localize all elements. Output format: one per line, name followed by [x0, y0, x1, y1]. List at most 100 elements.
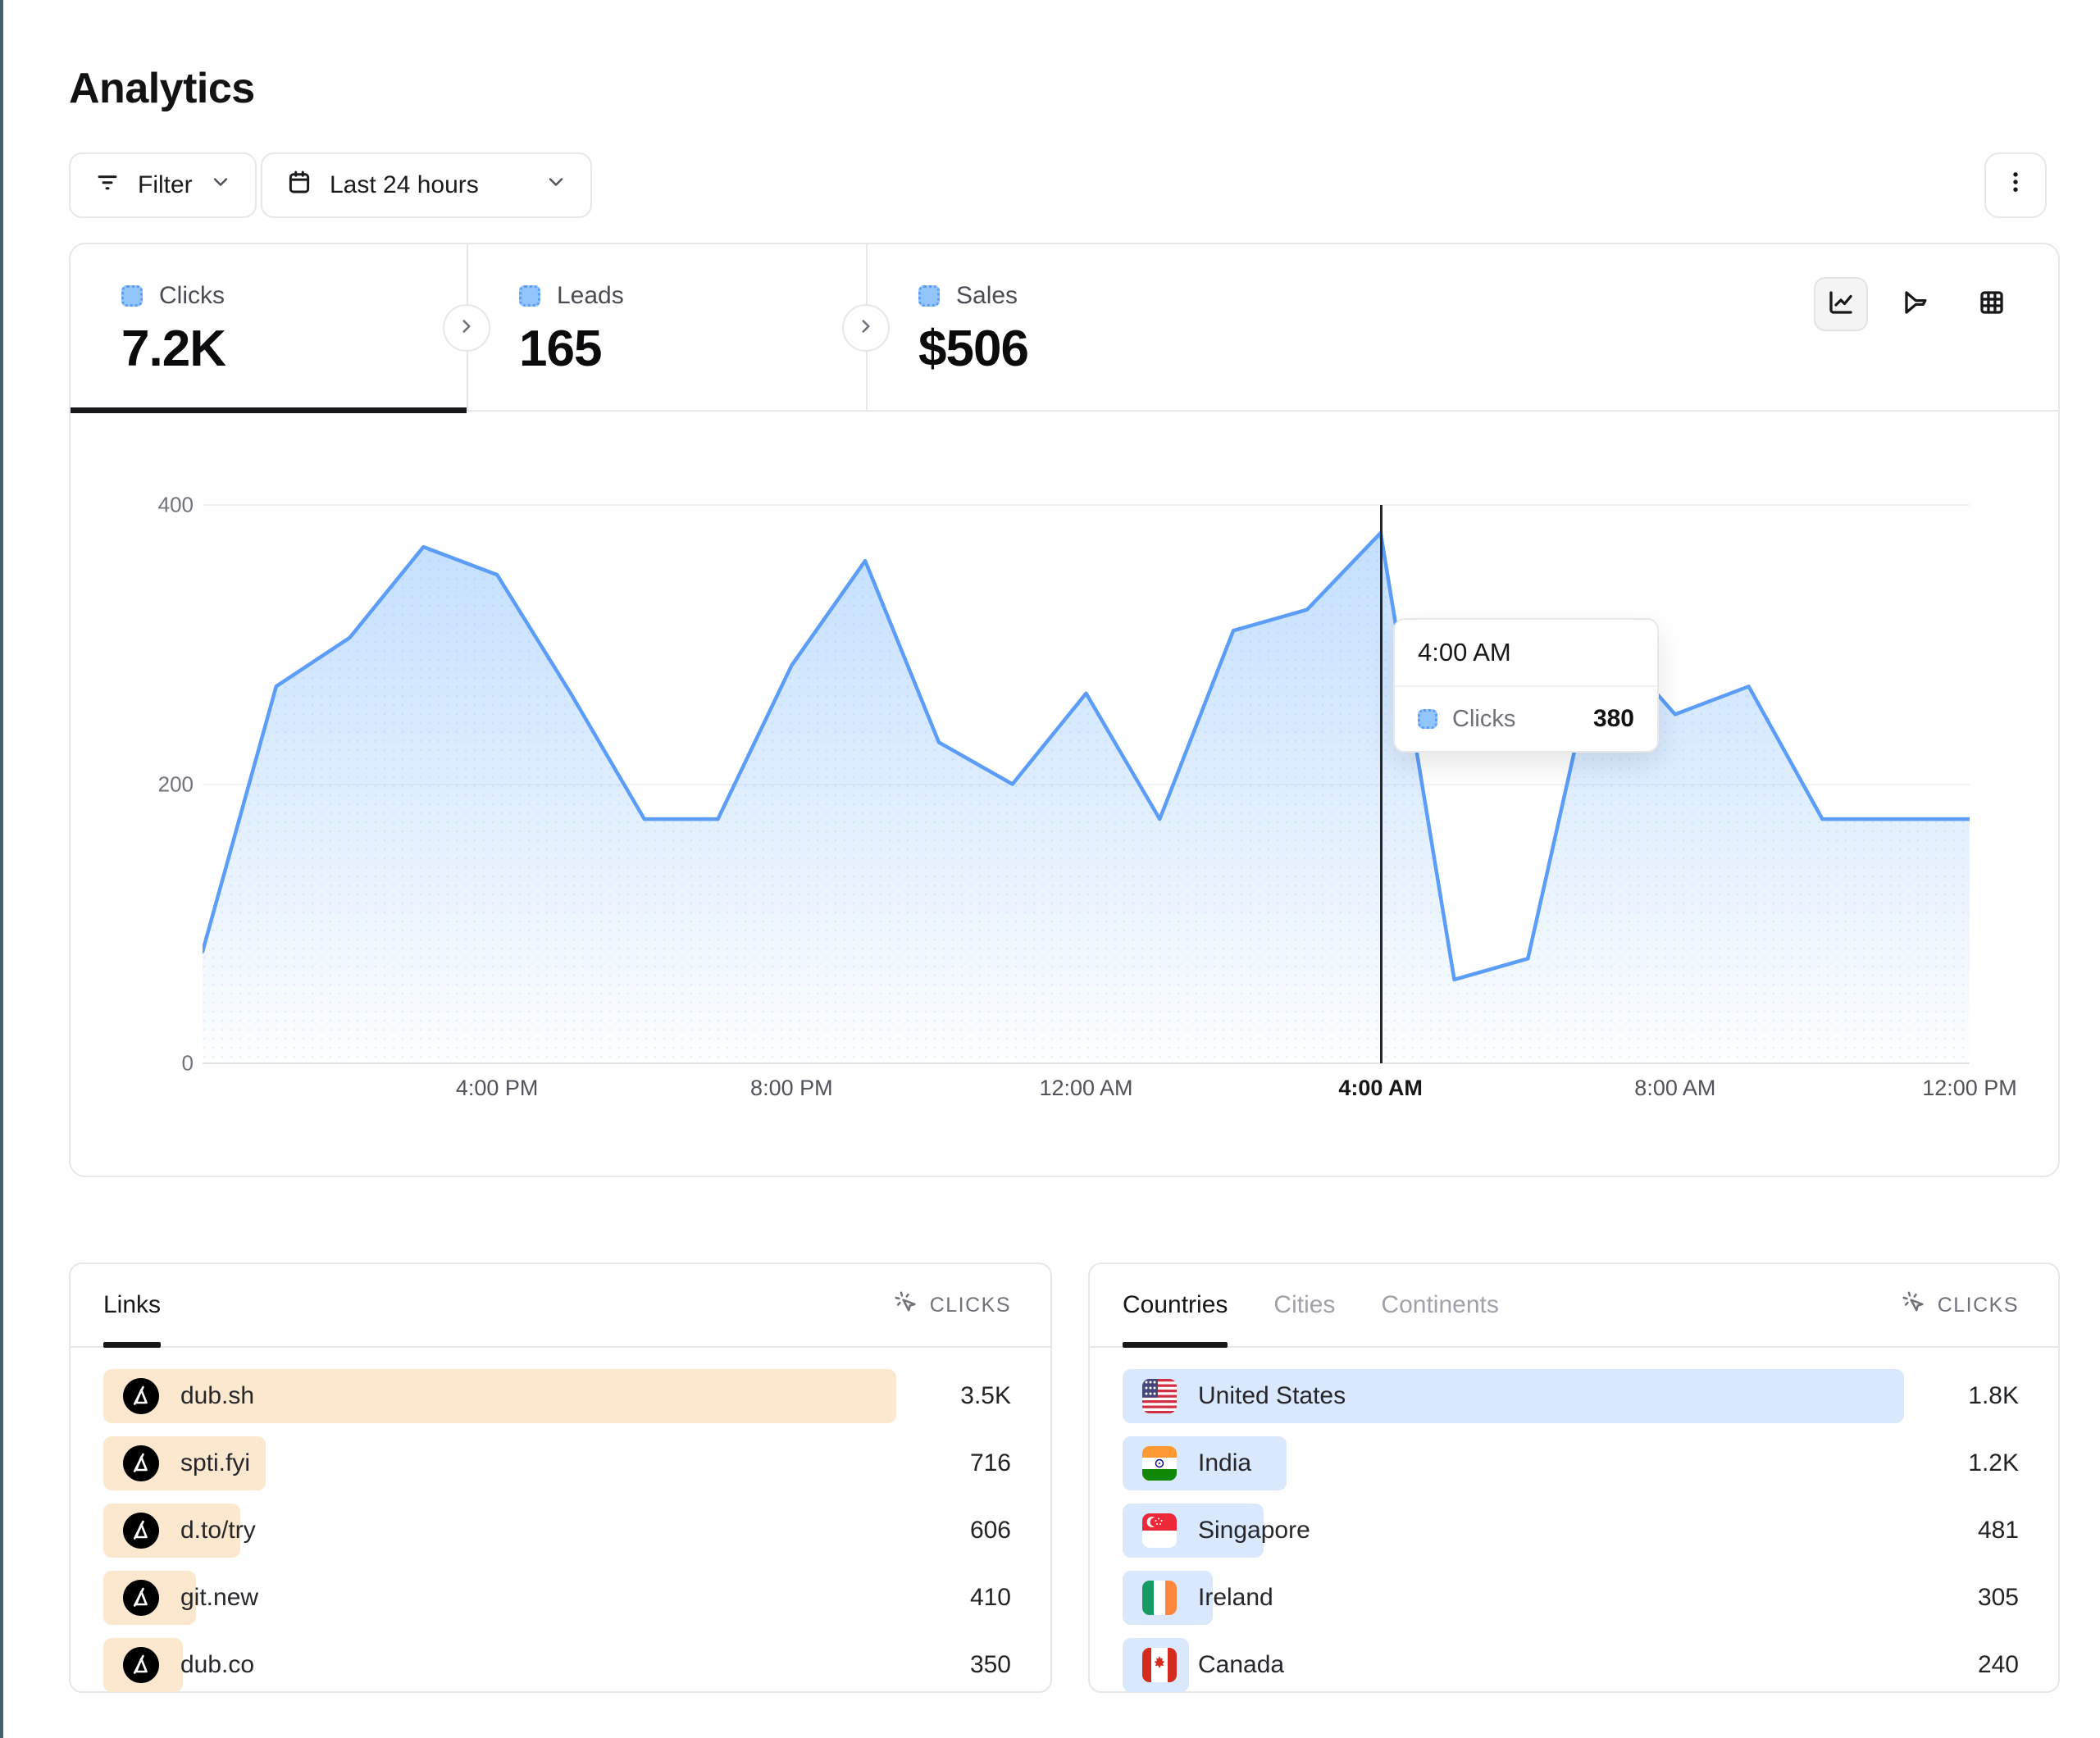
table-icon	[1977, 288, 2007, 321]
chart-tooltip: 4:00 AM Clicks 380	[1393, 618, 1659, 753]
row-value: 3.5K	[896, 1382, 1011, 1410]
analytics-page: Analytics Filter Last 24 hours	[0, 0, 2100, 1738]
tab-links[interactable]: Links	[103, 1264, 161, 1346]
expand-clicks-button[interactable]	[443, 304, 490, 352]
row-content: Singapore	[1123, 1504, 1310, 1558]
row-content: India	[1123, 1436, 1251, 1490]
tab-clicks[interactable]: Clicks 7.2K	[71, 244, 467, 412]
tab-leads[interactable]: Leads 165	[468, 244, 866, 412]
stat-head: Clicks	[121, 282, 467, 310]
row-content: United States	[1123, 1369, 1346, 1423]
table-view-button[interactable]	[1965, 277, 2019, 331]
link-row[interactable]: dub.co 350	[103, 1638, 1011, 1692]
date-range-button[interactable]: Last 24 hours	[261, 152, 592, 218]
tab-label: Links	[103, 1291, 161, 1319]
funnel-view-button[interactable]	[1889, 277, 1943, 331]
stat-value: $506	[918, 320, 1294, 378]
row-content: git.new	[103, 1571, 258, 1625]
funnel-icon	[1902, 288, 1931, 321]
row-label: Singapore	[1198, 1517, 1310, 1545]
metric-label: CLICKS	[930, 1294, 1011, 1317]
date-range-label: Last 24 hours	[330, 171, 479, 199]
row-label: dub.sh	[180, 1382, 254, 1410]
x-axis-label: 8:00 PM	[750, 1076, 833, 1101]
bar-area: Singapore	[1123, 1504, 1904, 1558]
row-value: 410	[896, 1584, 1011, 1612]
row-content: Canada	[1123, 1638, 1284, 1692]
cursor-click-icon	[894, 1290, 918, 1321]
x-axis-label: 4:00 PM	[456, 1076, 539, 1101]
dub-logo-icon	[123, 1513, 159, 1549]
row-value: 716	[896, 1449, 1011, 1477]
clicks-area-chart[interactable]	[203, 505, 1970, 1063]
tab-countries[interactable]: Countries	[1123, 1264, 1228, 1346]
geo-metric[interactable]: CLICKS	[1902, 1290, 2019, 1321]
expand-leads-button[interactable]	[842, 304, 890, 352]
links-metric[interactable]: CLICKS	[894, 1290, 1011, 1321]
x-axis-label: 12:00 PM	[1922, 1076, 2017, 1101]
x-axis-label: 4:00 AM	[1338, 1076, 1423, 1101]
flag-sg-icon	[1142, 1513, 1177, 1548]
row-value: 1.2K	[1904, 1449, 2019, 1477]
tab-cities[interactable]: Cities	[1273, 1264, 1335, 1346]
row-content: d.to/try	[103, 1504, 256, 1558]
country-row[interactable]: Ireland 305	[1123, 1571, 2019, 1625]
country-row[interactable]: Canada 240	[1123, 1638, 2019, 1692]
bar-area: United States	[1123, 1369, 1904, 1423]
chevron-down-icon	[209, 171, 232, 200]
tab-continents[interactable]: Continents	[1381, 1264, 1498, 1346]
flag-ca-icon	[1142, 1648, 1177, 1682]
tab-label: Countries	[1123, 1291, 1228, 1319]
x-axis-label: 12:00 AM	[1039, 1076, 1132, 1101]
page-title: Analytics	[69, 64, 255, 113]
row-label: d.to/try	[180, 1517, 256, 1545]
stat-label: Leads	[557, 282, 624, 310]
area-dot-texture	[203, 533, 1970, 1063]
chevron-right-icon	[855, 316, 877, 341]
bar-area: d.to/try	[103, 1504, 896, 1558]
row-label: git.new	[180, 1584, 258, 1612]
chart-view-toggles	[1814, 277, 2019, 331]
links-panel: Links CLICKS dub.sh	[69, 1263, 1052, 1693]
analytics-card: Clicks 7.2K Leads 165	[69, 243, 2060, 1177]
country-row[interactable]: United States 1.8K	[1123, 1369, 2019, 1423]
tooltip-series-label: Clicks	[1452, 706, 1515, 733]
links-panel-header: Links CLICKS	[71, 1264, 1050, 1348]
x-axis-label: 8:00 AM	[1634, 1076, 1715, 1101]
filter-button-label: Filter	[138, 171, 193, 199]
chevron-right-icon	[456, 316, 477, 341]
country-row[interactable]: India 1.2K	[1123, 1436, 2019, 1490]
link-row[interactable]: spti.fyi 716	[103, 1436, 1011, 1490]
sales-swatch-icon	[918, 285, 940, 307]
row-content: spti.fyi	[103, 1436, 250, 1490]
stat-head: Sales	[918, 282, 1294, 310]
row-label: India	[1198, 1449, 1251, 1477]
country-row[interactable]: Singapore 481	[1123, 1504, 2019, 1558]
stats-row: Clicks 7.2K Leads 165	[71, 244, 2058, 412]
leads-swatch-icon	[519, 285, 540, 307]
geo-panel: Countries Cities Continents CLICKS	[1088, 1263, 2060, 1693]
dub-logo-icon	[123, 1445, 159, 1481]
tooltip-value: 380	[1593, 705, 1634, 733]
bar-area: Ireland	[1123, 1571, 1904, 1625]
row-value: 350	[896, 1651, 1011, 1679]
geo-panel-header: Countries Cities Continents CLICKS	[1090, 1264, 2058, 1348]
row-content: Ireland	[1123, 1571, 1273, 1625]
link-row[interactable]: git.new 410	[103, 1571, 1011, 1625]
filter-button[interactable]: Filter	[69, 152, 257, 218]
y-axis-label: 0	[95, 1051, 194, 1076]
row-value: 1.8K	[1904, 1382, 2019, 1410]
tooltip-time: 4:00 AM	[1395, 620, 1657, 687]
tab-sales[interactable]: Sales $506	[868, 244, 1294, 412]
clicks-swatch-icon	[1418, 709, 1437, 729]
window-edge	[0, 0, 3, 1738]
row-label: spti.fyi	[180, 1449, 250, 1477]
row-value: 606	[896, 1517, 1011, 1545]
link-row[interactable]: dub.sh 3.5K	[103, 1369, 1011, 1423]
calendar-icon	[285, 168, 313, 202]
row-value: 481	[1904, 1517, 2019, 1545]
line-chart-view-button[interactable]	[1814, 277, 1868, 331]
link-row[interactable]: d.to/try 606	[103, 1504, 1011, 1558]
more-options-button[interactable]	[1984, 152, 2047, 218]
stat-value: 7.2K	[121, 320, 467, 378]
